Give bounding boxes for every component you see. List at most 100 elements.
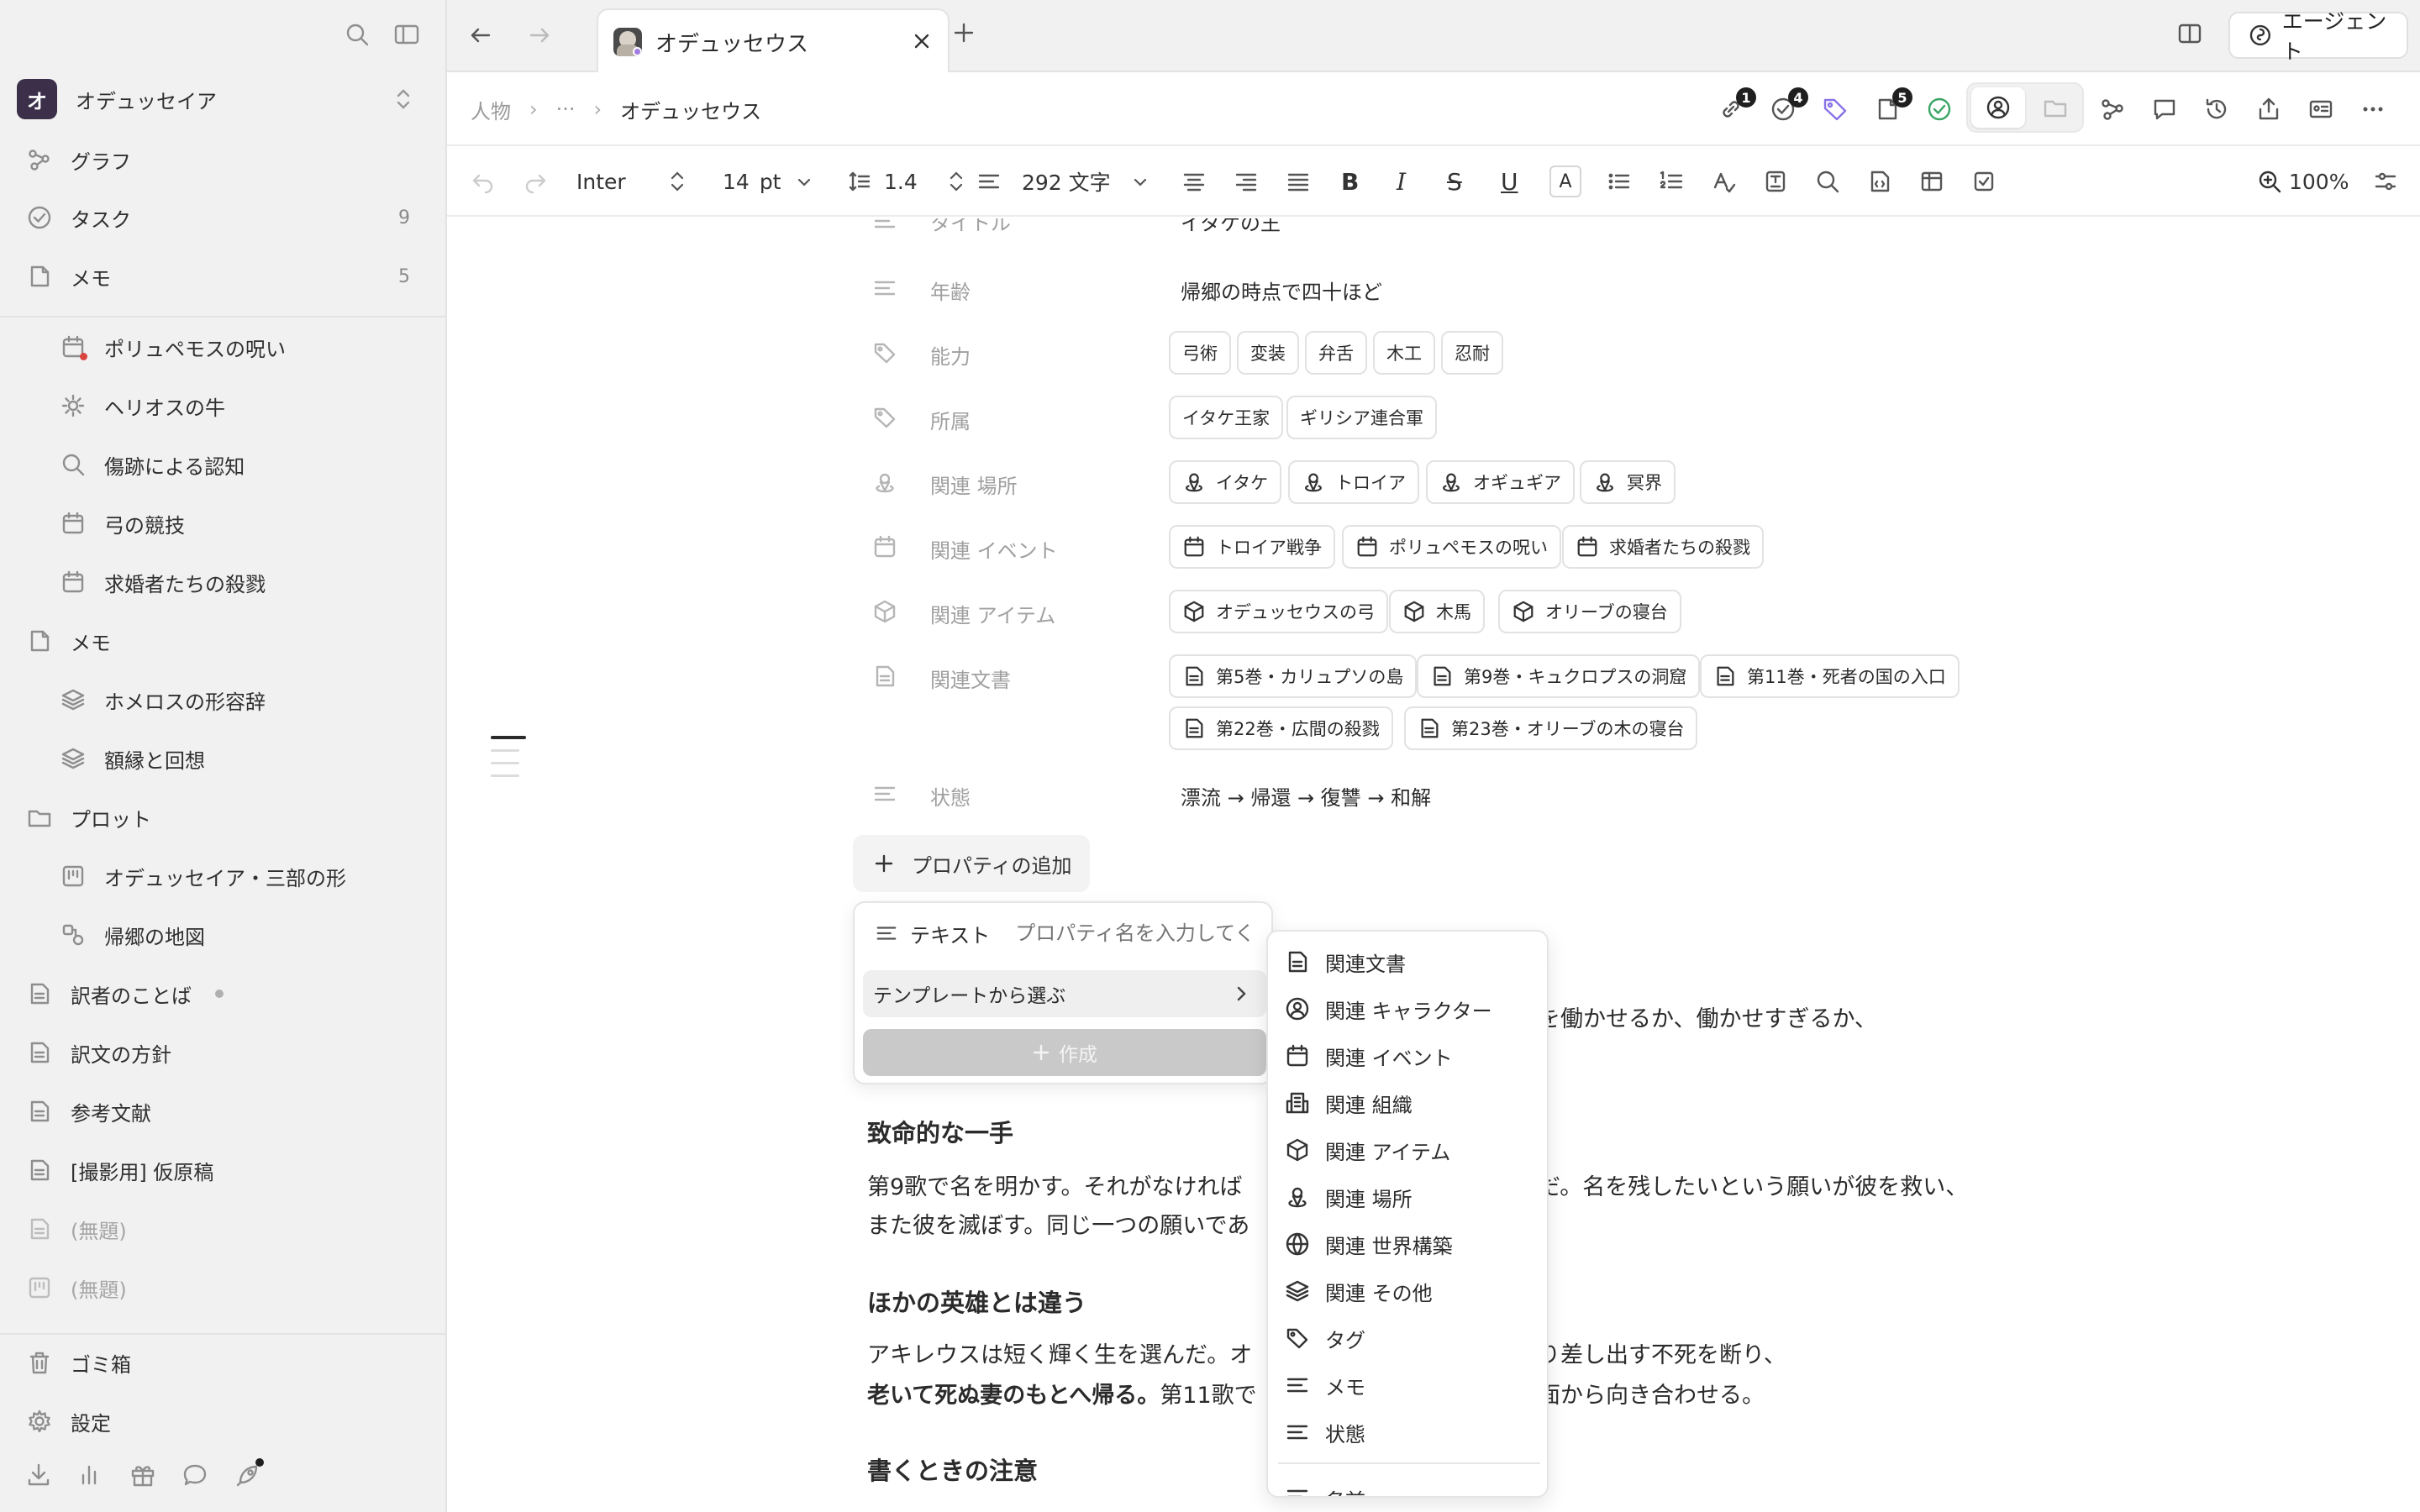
property-name-input[interactable] [1015, 921, 1260, 945]
line-height-select[interactable]: 1.4 [847, 146, 965, 217]
numbered-list-icon[interactable] [1659, 146, 1684, 217]
table-icon[interactable] [1919, 146, 1944, 217]
chat-icon[interactable] [182, 1462, 208, 1488]
comment-icon[interactable] [2151, 96, 2178, 123]
sidebar-memo-item[interactable]: ヘリオスの牛 [0, 379, 445, 433]
sidebar-item-settings[interactable]: 設定 [0, 1394, 445, 1448]
strikethrough-icon[interactable]: S [1447, 146, 1462, 217]
menu-item-related-worldbuilding[interactable]: 関連 世界構築 [1285, 1221, 1453, 1268]
font-size-select[interactable]: 14 pt [723, 146, 815, 217]
sidebar-doc-item[interactable]: [撮影用] 仮原稿 [0, 1143, 445, 1197]
menu-item-related-event[interactable]: 関連 イベント [1285, 1032, 1453, 1079]
task-check-icon[interactable]: 4 [1770, 87, 1808, 123]
checkbox-icon[interactable] [1971, 146, 1996, 217]
property-value-state[interactable]: 漂流 → 帰還 → 復讐 → 和解 [1181, 781, 1431, 811]
undo-icon[interactable] [471, 146, 496, 217]
property-value-age[interactable]: 帰郷の時点で四十ほど [1181, 276, 1382, 305]
add-property-button[interactable]: プロパティの追加 [853, 835, 1090, 892]
new-tab-plus-icon[interactable] [951, 20, 976, 45]
menu-item-state[interactable]: 状態 [1285, 1409, 1365, 1456]
find-icon[interactable] [1815, 146, 1840, 217]
workspace-switcher[interactable]: オ オデュッセイア [0, 72, 445, 126]
sidebar-memo-item[interactable]: 傷跡による認知 [0, 438, 445, 491]
sidebar-item-graph[interactable]: グラフ [0, 133, 445, 186]
tag-icon[interactable] [1822, 96, 1849, 123]
place-chip[interactable]: 冥界 [1580, 460, 1676, 504]
sidebar-memo-child[interactable]: 額縁と回想 [0, 732, 445, 785]
breadcrumb-ellipsis[interactable]: ··· [556, 97, 576, 121]
sidebar-memo-item[interactable]: 弓の競技 [0, 496, 445, 550]
sidebar-folder-plot[interactable]: プロット [0, 790, 445, 844]
menu-item-related-character[interactable]: 関連 キャラクター [1285, 985, 1492, 1032]
doc-code-icon[interactable] [1867, 146, 1892, 217]
forward-arrow-icon[interactable] [526, 22, 553, 49]
property-value[interactable]: イタケの王 [1181, 218, 1281, 236]
sidebar-doc-item[interactable]: 訳者のことば [0, 967, 445, 1021]
sidebar-memo-item[interactable]: ポリュペモスの呪い [0, 320, 445, 374]
stats-icon[interactable] [77, 1462, 104, 1488]
menu-item-related-place[interactable]: 関連 場所 [1285, 1173, 1413, 1221]
character-view-button[interactable] [1971, 87, 2025, 128]
breadcrumb-root[interactable]: 人物 [471, 95, 511, 124]
ability-chip[interactable]: 忍耐 [1441, 331, 1503, 375]
doc-chip[interactable]: 第22巻・広間の殺戮 [1169, 706, 1393, 750]
affiliation-chip[interactable]: ギリシア連合軍 [1286, 396, 1437, 439]
doc-chip[interactable]: 第9巻・キュクロプスの洞窟 [1417, 654, 1701, 698]
property-type-select[interactable]: テキスト [863, 919, 990, 948]
search-icon[interactable] [345, 22, 370, 47]
underline-icon[interactable]: U [1501, 146, 1518, 217]
sidebar-item-tasks[interactable]: タスク 9 [0, 191, 445, 244]
place-chip[interactable]: オギュギア [1426, 460, 1575, 504]
menu-item-related-organization[interactable]: 関連 組織 [1285, 1079, 1413, 1126]
word-count-select[interactable]: 292 文字 [976, 146, 1153, 217]
menu-item-related-docs[interactable]: 関連文書 [1285, 938, 1406, 985]
menu-item-memo[interactable]: メモ [1285, 1362, 1365, 1409]
agent-button[interactable]: エージェント [2228, 9, 2408, 64]
affiliation-chip[interactable]: イタケ王家 [1169, 396, 1284, 439]
back-arrow-icon[interactable] [467, 22, 494, 49]
font-family-select[interactable]: Inter [576, 146, 686, 217]
ability-chip[interactable]: 木工 [1373, 331, 1435, 375]
menu-item-name[interactable]: 名前 [1285, 1469, 1365, 1496]
close-icon[interactable] [911, 30, 933, 52]
menu-item-related-other[interactable]: 関連 その他 [1285, 1268, 1433, 1315]
gift-icon[interactable] [129, 1462, 156, 1488]
item-chip[interactable]: オリーブの寝台 [1498, 590, 1681, 633]
event-chip[interactable]: ポリュペモスの呪い [1342, 525, 1561, 569]
align-justify-icon[interactable] [1286, 146, 1311, 217]
event-chip[interactable]: 求婚者たちの殺戮 [1562, 525, 1764, 569]
sidebar-item-trash[interactable]: ゴミ箱 [0, 1336, 445, 1389]
share-icon[interactable] [2255, 96, 2282, 123]
sidebar-memo-item[interactable]: 求婚者たちの殺戮 [0, 555, 445, 609]
redo-icon[interactable] [523, 146, 548, 217]
link-icon[interactable]: 1 [1718, 87, 1756, 123]
align-right-icon[interactable] [1234, 146, 1259, 217]
sidebar-toggle-icon[interactable] [393, 22, 420, 47]
bold-icon[interactable]: B [1341, 146, 1359, 217]
zoom-control[interactable]: 100% [2257, 146, 2358, 217]
sidebar-doc-item[interactable]: 訳文の方針 [0, 1026, 445, 1079]
history-icon[interactable] [2203, 96, 2230, 123]
sidebar-item-memo[interactable]: メモ 5 [0, 249, 445, 303]
text-color-icon[interactable]: A [1549, 146, 1581, 217]
event-chip[interactable]: トロイア戦争 [1169, 525, 1335, 569]
sidebar-doc-item[interactable]: 参考文献 [0, 1084, 445, 1138]
graph-icon[interactable] [2099, 96, 2126, 123]
rocket-icon[interactable] [234, 1458, 264, 1490]
ability-chip[interactable]: 弁舌 [1305, 331, 1367, 375]
sidebar-folder-memo[interactable]: メモ [0, 614, 445, 668]
sidebar-plot-child[interactable]: 帰郷の地図 [0, 908, 445, 962]
ability-chip[interactable]: 変装 [1237, 331, 1299, 375]
sidebar-doc-item[interactable]: (無題) [0, 1261, 445, 1315]
download-icon[interactable] [25, 1462, 52, 1488]
place-chip[interactable]: トロイア [1288, 460, 1419, 504]
split-view-icon[interactable] [2176, 20, 2203, 47]
id-card-icon[interactable] [2307, 96, 2334, 123]
menu-item-related-item[interactable]: 関連 アイテム [1285, 1126, 1450, 1173]
tab-odysseus[interactable]: オデュッセウス [597, 8, 950, 74]
more-icon[interactable] [2360, 96, 2386, 123]
outline-indicator[interactable] [491, 736, 526, 777]
menu-item-tag[interactable]: タグ [1285, 1315, 1365, 1362]
italic-icon[interactable]: I [1397, 146, 1406, 217]
choose-from-template-item[interactable]: テンプレートから選ぶ [863, 970, 1266, 1017]
